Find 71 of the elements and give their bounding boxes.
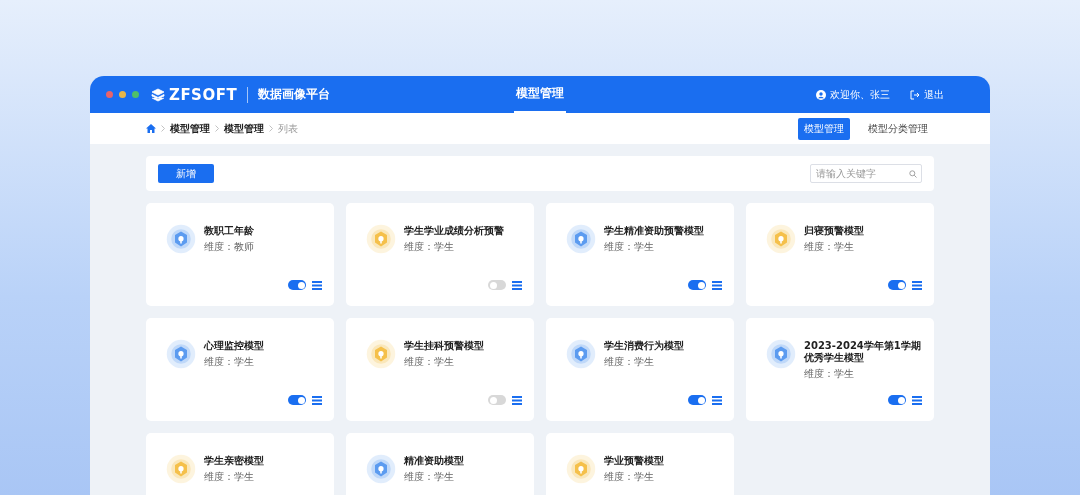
breadcrumb-item[interactable]: 模型管理 [170,121,210,136]
model-dimension: 维度：学生 [604,471,655,483]
search-field[interactable]: 请输入关键字 [810,164,922,183]
model-title: 学业预警模型 [604,455,665,467]
menu-icon[interactable] [912,280,922,290]
toggle-switch[interactable] [488,395,506,405]
breadcrumb-item[interactable]: 模型管理 [224,121,264,136]
menu-icon[interactable] [712,395,722,405]
menu-icon[interactable] [312,280,322,290]
toggle-switch[interactable] [288,395,306,405]
toggle-switch[interactable] [888,395,906,405]
greeting: 欢迎你、张三 [830,87,890,102]
model-title: 学生挂科预警模型 [404,340,485,352]
home-icon[interactable] [146,124,156,133]
search-icon[interactable] [909,169,917,178]
toggle-switch[interactable] [288,280,306,290]
platform-title: 数据画像平台 [258,86,331,103]
chevron-icon [269,125,273,132]
logout-link[interactable]: 退出 [924,87,944,102]
brand-name: ZFSOFT [169,85,238,104]
menu-icon[interactable] [512,395,522,405]
model-dimension: 维度：学生 [404,356,455,368]
model-card[interactable]: 学生学业成绩分析预警 维度：学生 [346,203,534,306]
tab[interactable]: 模型分类管理 [862,117,934,140]
chevron-icon [161,125,165,132]
maximize-dot[interactable] [132,91,139,98]
model-title: 归寝预警模型 [804,225,865,237]
tab[interactable]: 模型管理 [798,117,850,140]
model-dimension: 维度：学生 [804,368,855,380]
model-card[interactable]: 学业预警模型 维度：学生 [546,433,734,495]
model-dimension: 维度：学生 [404,241,455,253]
toggle-switch[interactable] [688,395,706,405]
model-card[interactable]: 学生消费行为模型 维度：学生 [546,318,734,421]
model-title: 心理监控模型 [204,340,265,352]
toggle-switch[interactable] [488,280,506,290]
model-dimension: 维度：学生 [804,241,855,253]
menu-icon[interactable] [712,280,722,290]
model-card[interactable]: 精准资助模型 维度：学生 [346,433,534,495]
logo-icon [151,87,165,102]
toggle-switch[interactable] [688,280,706,290]
add-button[interactable]: 新增 [158,164,214,183]
chevron-icon [215,125,219,132]
user-icon [816,89,826,100]
model-card[interactable]: 教职工年龄 维度：教师 [146,203,334,306]
menu-icon[interactable] [512,280,522,290]
model-card[interactable]: 学生亲密模型 维度：学生 [146,433,334,495]
logout-icon[interactable] [910,89,920,100]
model-title: 教职工年龄 [204,225,255,237]
model-dimension: 维度：学生 [404,471,455,483]
model-card[interactable]: 学生挂科预警模型 维度：学生 [346,318,534,421]
model-dimension: 维度：学生 [604,356,655,368]
model-dimension: 维度：教师 [204,241,255,253]
model-title: 学生消费行为模型 [604,340,685,352]
model-title: 精准资助模型 [404,455,465,467]
model-title: 学生学业成绩分析预警 [404,225,505,237]
model-card[interactable]: 心理监控模型 维度：学生 [146,318,334,421]
minimize-dot[interactable] [119,91,126,98]
breadcrumb-item: 列表 [278,121,298,136]
model-card[interactable]: 2023-2024学年第1学期优秀学生模型 维度：学生 [746,318,934,421]
menu-icon[interactable] [312,395,322,405]
model-title: 学生精准资助预警模型 [604,225,705,237]
toggle-switch[interactable] [888,280,906,290]
model-card[interactable]: 归寝预警模型 维度：学生 [746,203,934,306]
model-card[interactable]: 学生精准资助预警模型 维度：学生 [546,203,734,306]
model-dimension: 维度：学生 [204,356,255,368]
model-title: 2023-2024学年第1学期优秀学生模型 [804,340,922,364]
model-dimension: 维度：学生 [204,471,255,483]
close-dot[interactable] [106,91,113,98]
model-title: 学生亲密模型 [204,455,265,467]
model-dimension: 维度：学生 [604,241,655,253]
menu-icon[interactable] [912,395,922,405]
